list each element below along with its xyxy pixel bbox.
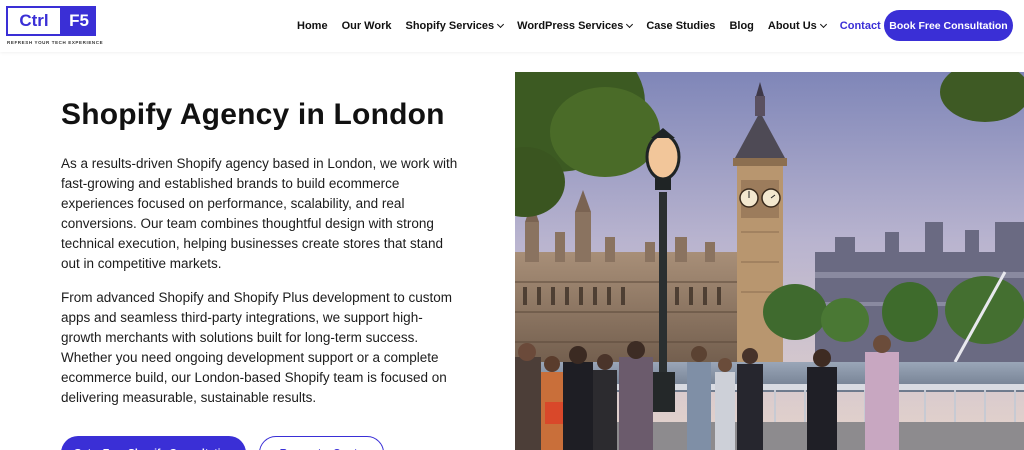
nav-blog[interactable]: Blog [722,20,760,32]
chevron-down-icon [626,20,634,29]
nav-shopify-services[interactable]: Shopify Services [398,20,510,32]
nav-shopify-services-label: Shopify Services [405,20,495,32]
nav-case-studies-label: Case Studies [646,20,716,32]
site-header: Ctrl F5 REFRESH YOUR TECH EXPERIENCE Hom… [0,0,1024,52]
nav-about-us-label: About Us [767,20,817,32]
ctrl-f5-logo[interactable]: Ctrl F5 REFRESH YOUR TECH EXPERIENCE [6,6,103,48]
nav-case-studies[interactable]: Case Studies [639,20,722,32]
nav-our-work-label: Our Work [341,20,392,32]
nav-home-label: Home [297,20,328,32]
logo-tagline: REFRESH YOUR TECH EXPERIENCE [7,40,104,45]
nav-wordpress-services-label: WordPress Services [517,20,624,32]
nav-about-us[interactable]: About Us [761,20,833,32]
page-title: Shopify Agency in London [61,98,445,131]
hero-section: Shopify Agency in London As a results-dr… [61,98,461,408]
logo-f5-text: F5 [62,6,96,36]
book-consultation-button[interactable]: Book Free Consultation [884,10,1013,41]
nav-our-work[interactable]: Our Work [335,20,399,32]
chevron-down-icon [819,20,827,29]
chevron-down-icon [497,20,505,29]
hero-paragraph-1: As a results-driven Shopify agency based… [61,156,458,271]
hero-paragraph-2: From advanced Shopify and Shopify Plus d… [61,290,452,405]
request-quote-button[interactable]: Request a Quote [259,436,384,450]
nav-blog-label: Blog [729,20,754,32]
main-nav: Home Our Work Shopify Services WordPress… [290,0,905,52]
free-consultation-button[interactable]: Get a Free Shopify Consultation [61,436,246,450]
logo-ctrl-text: Ctrl [6,6,62,36]
nav-wordpress-services[interactable]: WordPress Services [510,20,639,32]
nav-home[interactable]: Home [290,20,335,32]
london-big-ben-photo [515,72,1024,450]
